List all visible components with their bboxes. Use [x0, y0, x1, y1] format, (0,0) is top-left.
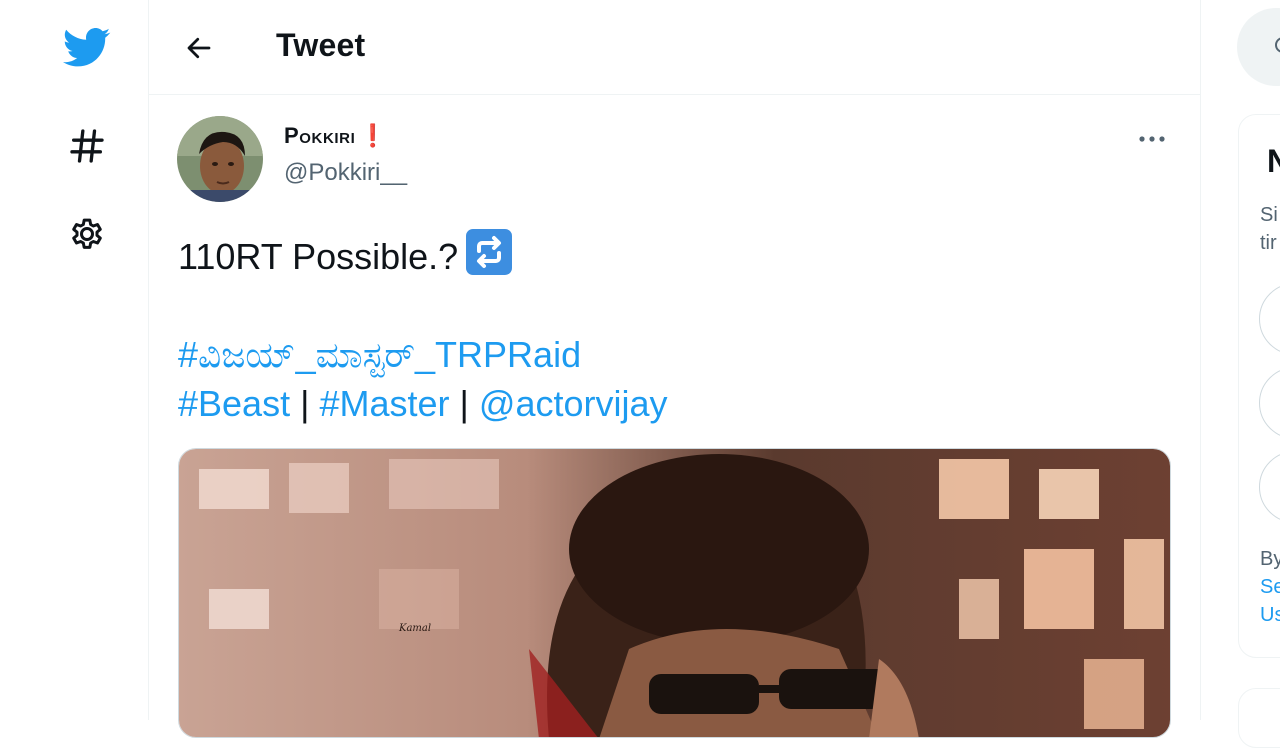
terms-link[interactable]: Se	[1260, 573, 1280, 601]
avatar[interactable]	[177, 116, 263, 202]
hashtag-icon	[70, 129, 104, 163]
legal-prefix: By	[1260, 548, 1280, 570]
twitter-bird-icon	[63, 28, 111, 67]
signup-card: N Si tir By Se Us	[1238, 114, 1280, 658]
card-subtitle-line: tir	[1260, 232, 1277, 254]
media-photo: Kamal	[179, 449, 1170, 737]
tweet-text: 110RT Possible.? #ವಿಜಯ್_ಮಾಸ್ಟರ್_TRPRaid …	[178, 229, 668, 428]
separator: |	[459, 383, 469, 424]
privacy-link[interactable]: Us	[1260, 601, 1280, 629]
tweet-media-image[interactable]: Kamal	[178, 448, 1171, 738]
search-icon	[1275, 37, 1280, 53]
twitter-logo-button[interactable]	[55, 16, 119, 80]
arrow-left-icon	[187, 37, 211, 59]
avatar-image	[177, 116, 263, 202]
media-watermark: Kamal	[398, 623, 431, 634]
back-button[interactable]	[179, 28, 219, 68]
left-nav	[0, 0, 148, 720]
gear-icon	[72, 218, 102, 249]
tweet: Pokkiri ❗ @Pokkiri__ 110RT Possible.? #ವಿ…	[149, 95, 1200, 738]
tweet-text-line: 110RT Possible.?	[178, 236, 459, 277]
trends-card	[1238, 688, 1280, 748]
search-box[interactable]	[1237, 8, 1280, 86]
card-title: N	[1267, 143, 1280, 179]
more-horizontal-icon	[1139, 136, 1165, 142]
author-name-text: Pokkiri	[284, 123, 356, 148]
separator: |	[300, 383, 310, 424]
more-options-button[interactable]	[1132, 123, 1172, 155]
signup-apple-button[interactable]	[1259, 367, 1280, 439]
card-subtitle: Si tir	[1260, 201, 1278, 257]
exclamation-emoji: ❗	[359, 123, 388, 148]
author-name[interactable]: Pokkiri ❗	[284, 123, 387, 149]
nav-settings-button[interactable]	[55, 202, 119, 266]
hashtag-master-link[interactable]: #Master	[319, 383, 449, 424]
page-header: Tweet	[149, 0, 1200, 95]
card-subtitle-line: Si	[1260, 204, 1278, 226]
hashtag-link[interactable]: #ವಿಜಯ್_ಮಾಸ್ಟರ್_TRPRaid	[178, 334, 581, 375]
page-title: Tweet	[276, 27, 366, 63]
signup-google-button[interactable]	[1259, 283, 1280, 355]
nav-explore-button[interactable]	[55, 114, 119, 178]
repeat-button-emoji	[466, 229, 513, 275]
hashtag-beast-link[interactable]: #Beast	[178, 383, 290, 424]
mention-link[interactable]: @actorvijay	[479, 383, 668, 424]
main-column: Tweet Pokkiri ❗ @Pokkiri__ 110RT Possible…	[148, 0, 1201, 738]
author-handle[interactable]: @Pokkiri__	[284, 159, 407, 187]
card-legal-text: By Se Us	[1260, 545, 1280, 629]
signup-email-button[interactable]	[1259, 451, 1280, 523]
